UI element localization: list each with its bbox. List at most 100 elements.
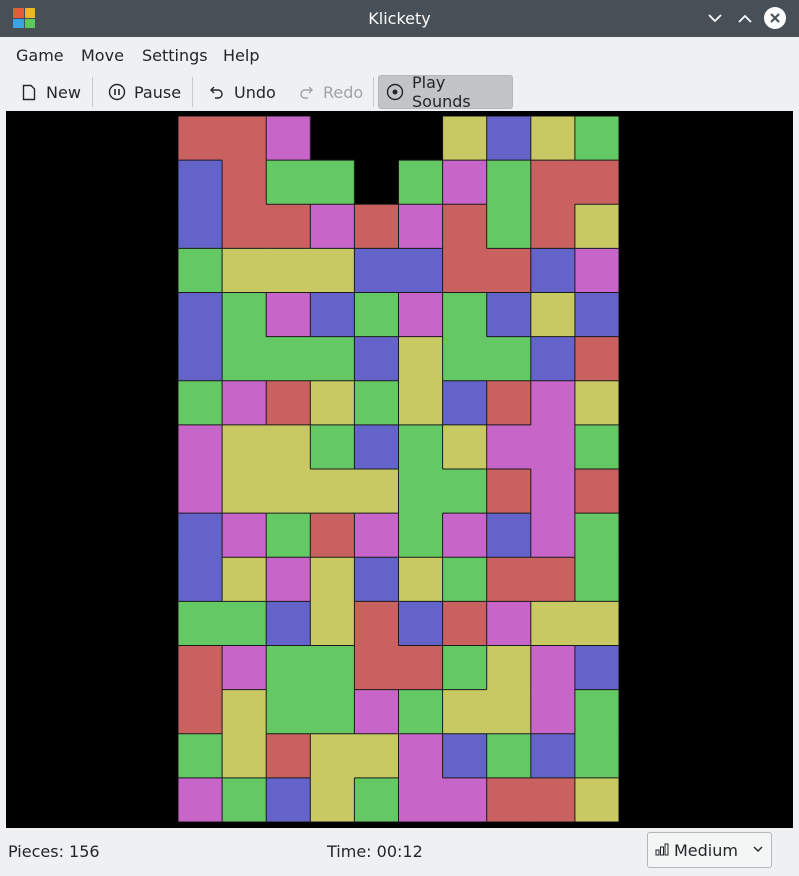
cell-green[interactable] [354, 292, 399, 338]
cell-blue[interactable] [530, 336, 576, 382]
cell-yellow[interactable] [310, 733, 355, 779]
cell-red[interactable] [178, 689, 223, 735]
cell-red[interactable] [530, 160, 576, 205]
cell-yellow[interactable] [398, 336, 444, 382]
cell-green[interactable] [310, 336, 355, 382]
cell-red[interactable] [486, 469, 532, 514]
cell-green[interactable] [574, 689, 619, 735]
cell-red[interactable] [486, 557, 532, 602]
cell-blue[interactable] [178, 513, 223, 558]
menu-move[interactable]: Move [81, 46, 124, 65]
cell-yellow[interactable] [530, 601, 576, 646]
cell-green[interactable] [266, 160, 311, 205]
cell-green[interactable] [442, 469, 488, 514]
cell-green[interactable] [398, 160, 444, 205]
cell-blue[interactable] [442, 733, 488, 779]
cell-green[interactable] [398, 689, 444, 735]
cell-green[interactable] [310, 424, 355, 470]
cell-green[interactable] [310, 645, 355, 691]
cell-yellow[interactable] [222, 733, 267, 779]
cell-yellow[interactable] [574, 204, 619, 249]
cell-green[interactable] [178, 601, 223, 646]
cell-yellow[interactable] [530, 116, 576, 161]
cell-green[interactable] [574, 733, 619, 779]
close-button[interactable] [764, 7, 786, 29]
cell-green[interactable] [178, 380, 223, 426]
redo-button[interactable]: Redo [290, 75, 370, 109]
cell-yellow[interactable] [266, 424, 311, 470]
cell-green[interactable] [222, 292, 267, 338]
cell-blue[interactable] [178, 292, 223, 338]
cell-blue[interactable] [178, 336, 223, 382]
cell-yellow[interactable] [310, 380, 355, 426]
maximize-button[interactable] [734, 7, 756, 29]
cell-purple[interactable] [530, 513, 576, 558]
cell-purple[interactable] [486, 424, 532, 470]
cell-red[interactable] [486, 777, 532, 822]
cell-yellow[interactable] [398, 380, 444, 426]
cell-purple[interactable] [354, 513, 399, 558]
cell-purple[interactable] [266, 116, 311, 161]
cell-purple[interactable] [486, 601, 532, 646]
cell-blue[interactable] [354, 248, 399, 293]
cell-green[interactable] [310, 689, 355, 735]
cell-yellow[interactable] [442, 689, 488, 735]
cell-blue[interactable] [178, 557, 223, 602]
cell-green[interactable] [442, 645, 488, 691]
cell-yellow[interactable] [486, 689, 532, 735]
cell-purple[interactable] [178, 469, 223, 514]
cell-green[interactable] [354, 777, 399, 822]
cell-red[interactable] [530, 777, 576, 822]
cell-blue[interactable] [354, 557, 399, 602]
cell-red[interactable] [222, 160, 267, 205]
cell-yellow[interactable] [574, 601, 619, 646]
cell-blue[interactable] [354, 336, 399, 382]
cell-green[interactable] [398, 469, 444, 514]
cell-yellow[interactable] [398, 557, 444, 602]
cell-blue[interactable] [178, 160, 223, 205]
cell-green[interactable] [574, 116, 619, 161]
cell-green[interactable] [486, 733, 532, 779]
cell-yellow[interactable] [310, 469, 355, 514]
menu-game[interactable]: Game [16, 46, 64, 65]
cell-purple[interactable] [266, 557, 311, 602]
cell-yellow[interactable] [530, 292, 576, 338]
cell-red[interactable] [530, 557, 576, 602]
cell-yellow[interactable] [310, 777, 355, 822]
game-grid[interactable] [178, 116, 619, 822]
cell-green[interactable] [486, 336, 532, 382]
cell-blue[interactable] [266, 777, 311, 822]
cell-red[interactable] [486, 248, 532, 293]
cell-purple[interactable] [266, 292, 311, 338]
cell-green[interactable] [222, 777, 267, 822]
cell-yellow[interactable] [222, 557, 267, 602]
pause-button[interactable]: Pause [101, 75, 188, 109]
cell-yellow[interactable] [574, 777, 619, 822]
cell-red[interactable] [442, 248, 488, 293]
cell-yellow[interactable] [354, 469, 399, 514]
cell-purple[interactable] [398, 777, 444, 822]
cell-blue[interactable] [574, 645, 619, 691]
cell-green[interactable] [266, 513, 311, 558]
cell-red[interactable] [266, 380, 311, 426]
cell-purple[interactable] [530, 424, 576, 470]
cell-purple[interactable] [310, 204, 355, 249]
cell-yellow[interactable] [442, 424, 488, 470]
cell-green[interactable] [178, 733, 223, 779]
cell-green[interactable] [398, 513, 444, 558]
new-button[interactable]: New [13, 75, 88, 109]
cell-green[interactable] [398, 424, 444, 470]
cell-purple[interactable] [222, 513, 267, 558]
cell-yellow[interactable] [354, 733, 399, 779]
cell-yellow[interactable] [574, 380, 619, 426]
cell-blue[interactable] [178, 204, 223, 249]
cell-blue[interactable] [398, 248, 444, 293]
cell-green[interactable] [266, 689, 311, 735]
cell-red[interactable] [574, 469, 619, 514]
cell-purple[interactable] [222, 645, 267, 691]
cell-green[interactable] [574, 424, 619, 470]
cell-purple[interactable] [442, 513, 488, 558]
cell-purple[interactable] [398, 733, 444, 779]
cell-green[interactable] [442, 336, 488, 382]
cell-blue[interactable] [442, 380, 488, 426]
